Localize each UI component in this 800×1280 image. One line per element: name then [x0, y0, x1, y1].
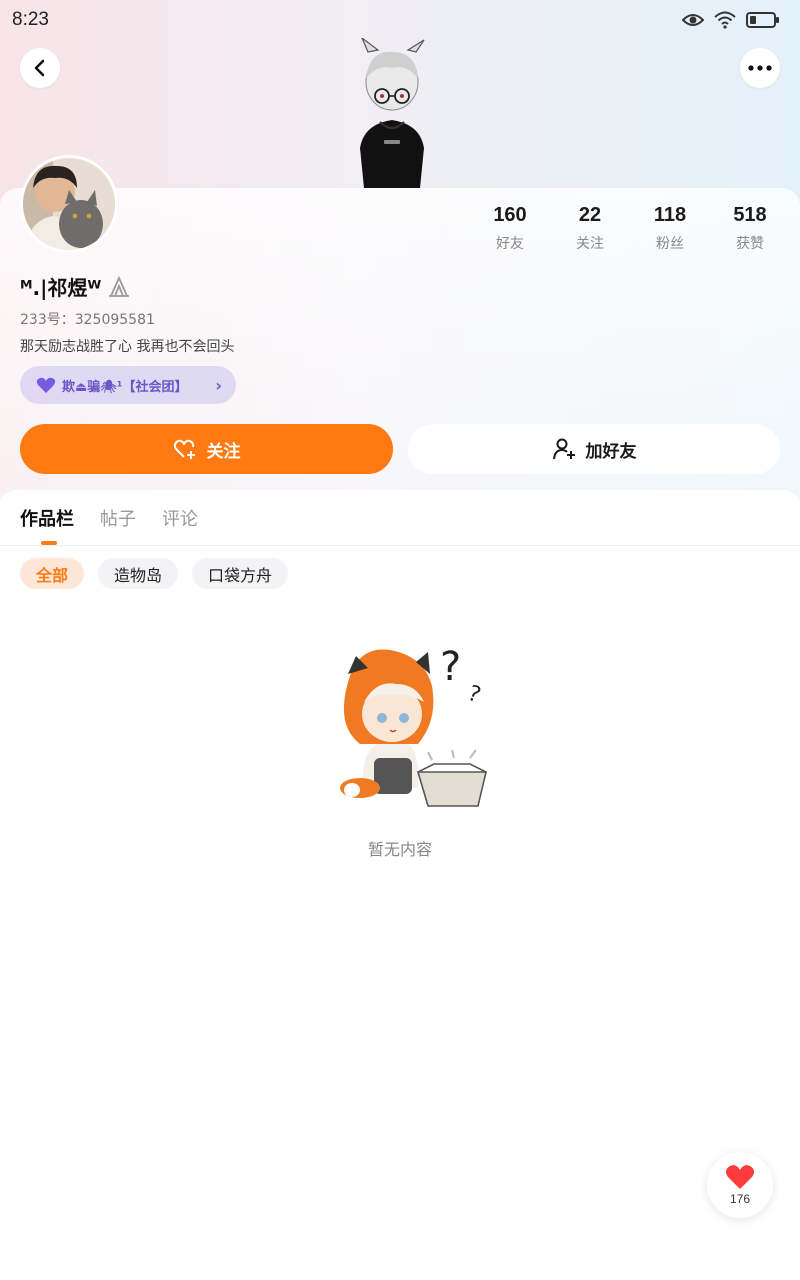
user-plus-icon [552, 438, 575, 460]
add-friend-label: 加好友 [585, 441, 637, 462]
svg-text:?: ? [464, 681, 484, 708]
tab-posts[interactable]: 帖子 [100, 505, 136, 531]
chevron-right-icon: › [215, 375, 222, 395]
more-button[interactable] [740, 48, 780, 88]
svg-text:?: ? [440, 644, 461, 690]
filter-chip-all[interactable]: 全部 [20, 558, 85, 589]
heart-plus-icon [173, 439, 195, 459]
stat-label: 获赞 [736, 236, 764, 252]
stat-label: 关注 [576, 236, 604, 252]
battery-icon [746, 12, 779, 28]
tab-comments[interactable]: 评论 [162, 505, 198, 531]
filter-chip-creation-island[interactable]: 造物岛 [98, 558, 179, 589]
stat-value: 160 [493, 204, 527, 226]
avatar-photo [23, 158, 115, 250]
follow-label: 关注 [206, 441, 241, 462]
heart-icon [36, 377, 56, 393]
divider [0, 545, 800, 546]
back-button[interactable] [20, 48, 60, 88]
heart-icon [725, 1165, 755, 1189]
stat-label: 好友 [496, 236, 524, 252]
like-float-button[interactable]: 176 [707, 1152, 773, 1218]
profile-stats: 160 好友 22 关注 118 粉丝 518 获赞 [470, 204, 790, 253]
username: ᴹ.|祁煜ᵂ [20, 276, 102, 300]
content-panel [0, 490, 800, 1280]
stat-likes[interactable]: 518 获赞 [710, 204, 790, 253]
club-tag-label: 欺⏏骗🕷¹【社会团】 [62, 379, 188, 395]
stat-friends[interactable]: 160 好友 [470, 204, 550, 253]
badge-icon [109, 275, 130, 297]
content-tabs: 作品栏 帖子 评论 [20, 505, 198, 531]
user-bio: 那天励志战胜了心 我再也不会回头 [20, 339, 235, 355]
add-friend-button[interactable]: 加好友 [408, 424, 780, 474]
status-icons [682, 11, 780, 29]
stat-value: 22 [578, 204, 602, 226]
wifi-icon [714, 11, 736, 29]
eye-icon [682, 14, 704, 26]
tab-works[interactable]: 作品栏 [20, 505, 74, 531]
stat-value: 518 [733, 204, 767, 226]
chevron-left-icon [34, 59, 45, 77]
follow-button[interactable]: 关注 [20, 424, 393, 474]
stat-label: 粉丝 [656, 236, 684, 252]
status-time: 8:23 [12, 9, 49, 30]
stat-followers[interactable]: 118 粉丝 [630, 204, 710, 253]
more-dots-icon [748, 65, 772, 71]
character-avatar-figure[interactable] [350, 38, 434, 188]
status-bar: 8:23 [0, 0, 800, 40]
like-count: 176 [729, 1192, 751, 1206]
filter-chips: 全部 造物岛 口袋方舟 [20, 558, 289, 589]
empty-state-illustration: ? ? [340, 644, 488, 807]
filter-chip-pocket-ark[interactable]: 口袋方舟 [192, 558, 289, 589]
empty-state-text: 暂无内容 [367, 840, 432, 859]
user-id: 233号：325095581 [20, 312, 155, 328]
username-row: ᴹ.|祁煜ᵂ [20, 272, 131, 301]
club-tag[interactable]: 欺⏏骗🕷¹【社会团】 › [20, 366, 236, 404]
stat-value: 118 [653, 204, 687, 226]
avatar[interactable] [20, 155, 118, 253]
stat-following[interactable]: 22 关注 [550, 204, 630, 253]
